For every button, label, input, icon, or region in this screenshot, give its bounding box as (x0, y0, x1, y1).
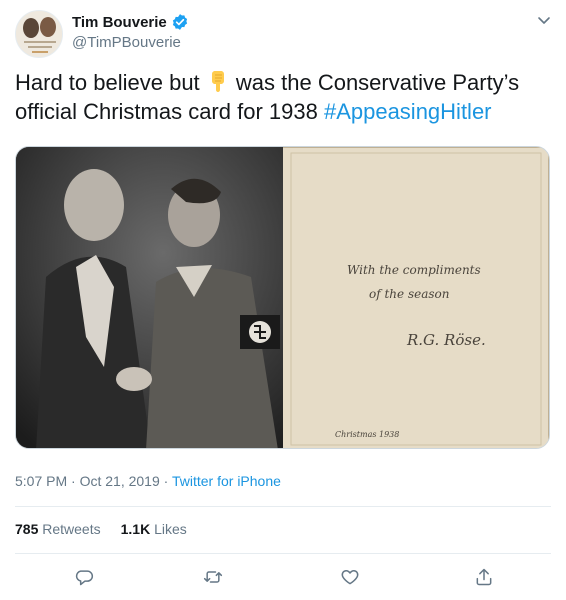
reply-icon[interactable] (74, 567, 94, 587)
tweet-source-link[interactable]: Twitter for iPhone (172, 473, 281, 489)
author-handle[interactable]: @TimPBouverie (72, 34, 181, 51)
tweet-stats: 785 Retweets 1.1K Likes (15, 521, 207, 537)
divider (15, 553, 551, 554)
retweets-stat[interactable]: 785 Retweets (15, 521, 101, 537)
author-display-name[interactable]: Tim Bouverie (72, 14, 167, 31)
verified-badge-icon (172, 14, 187, 30)
divider (15, 506, 551, 507)
tweet-media[interactable]: With the compliments of the season R.G. … (15, 146, 550, 449)
backhand-index-pointing-down-icon (211, 71, 224, 92)
retweets-count: 785 (15, 521, 39, 537)
tweet-actions (0, 567, 566, 589)
card-footer-text: Christmas 1938 (335, 430, 400, 439)
christmas-card[interactable]: With the compliments of the season R.G. … (283, 147, 549, 448)
retweets-label: Retweets (42, 521, 101, 537)
tweet-date[interactable]: Oct 21, 2019 (80, 473, 160, 489)
tweet-time[interactable]: 5:07 PM (15, 473, 67, 489)
tweet: Tim Bouverie @TimPBouverie Hard to belie… (0, 0, 566, 600)
author-name-row[interactable]: Tim Bouverie (72, 13, 189, 31)
meta-separator: · (159, 473, 172, 489)
card-signature: R.G. Röse. (407, 331, 486, 349)
heart-icon[interactable] (340, 567, 360, 587)
likes-stat[interactable]: 1.1K Likes (121, 521, 187, 537)
retweet-icon[interactable] (203, 567, 223, 587)
hashtag-link[interactable]: #AppeasingHitler (324, 99, 492, 124)
likes-count: 1.1K (120, 521, 151, 537)
likes-label: Likes (154, 521, 187, 537)
meta-separator: · (67, 473, 80, 489)
tweet-meta: 5:07 PM · Oct 21, 2019 · Twitter for iPh… (15, 473, 281, 489)
share-icon[interactable] (474, 567, 494, 587)
avatar[interactable] (15, 10, 63, 58)
tweet-text-part: Hard to believe but (15, 70, 206, 95)
tweet-text: Hard to believe but was the Conservative… (15, 68, 555, 126)
photo-handshake[interactable] (16, 147, 283, 448)
card-greeting-line: of the season (369, 287, 450, 301)
card-greeting-line: With the compliments (347, 263, 481, 277)
chevron-down-icon[interactable] (536, 12, 552, 28)
